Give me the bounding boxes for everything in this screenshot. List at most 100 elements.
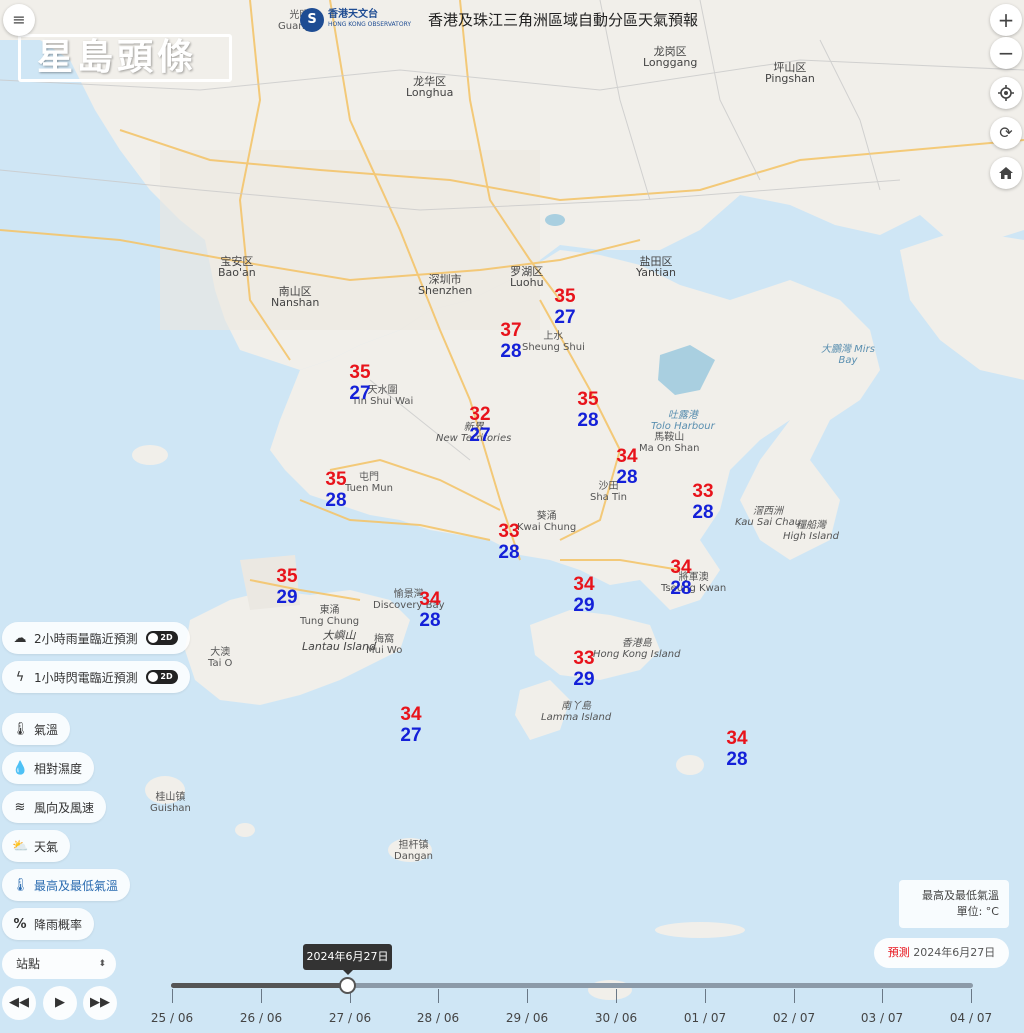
place-label: 桂山镇 Guishan	[150, 792, 191, 814]
place-label: 盐田区 Yantian	[636, 255, 676, 279]
temperature-marker[interactable]: 35 28	[316, 469, 356, 511]
temperature-marker[interactable]: 35 29	[267, 566, 307, 608]
temperature-marker[interactable]: 34 29	[564, 574, 604, 616]
place-label: 吐露港 Tolo Harbour	[651, 410, 715, 432]
timeline-progress	[171, 983, 347, 988]
timeline-date-label[interactable]: 29 / 06	[497, 1011, 557, 1025]
rain-probability-layer-button[interactable]: % 降雨概率	[2, 908, 95, 940]
timeline-tick	[616, 989, 617, 1003]
min-temp: 29	[276, 587, 298, 608]
rain-nowcast-button[interactable]: ☁ 2小時雨量臨近預測 2D	[2, 622, 190, 654]
thermometer-icon: 🌡	[12, 721, 29, 737]
max-min-temp-layer-button[interactable]: 🌡 最高及最低氣溫	[2, 869, 131, 901]
temperature-marker[interactable]: 35 27	[340, 362, 380, 404]
legend-title: 最高及最低氣溫	[922, 889, 999, 902]
temperature-marker[interactable]: 34 27	[391, 704, 431, 746]
min-temp: 27	[349, 383, 371, 404]
lightning-nowcast-button[interactable]: ϟ 1小時閃電臨近預測 2D	[2, 661, 190, 693]
timeline-tick	[705, 989, 706, 1003]
zoom-in-button[interactable]: +	[990, 4, 1022, 36]
hko-logo-en: HONG KONG OBSERVATORY	[328, 21, 412, 28]
min-temp: 29	[573, 669, 595, 690]
rewind-button[interactable]: ◀◀	[2, 986, 36, 1020]
locate-button[interactable]	[990, 77, 1022, 109]
min-temp: 28	[692, 502, 714, 523]
weather-layer-button[interactable]: ⛅ 天氣	[2, 830, 71, 862]
timeline-date-label[interactable]: 03 / 07	[852, 1011, 912, 1025]
min-temp: 27	[400, 725, 422, 746]
timeline-date-label[interactable]: 27 / 06	[320, 1011, 380, 1025]
refresh-button[interactable]: ⟳	[990, 117, 1022, 149]
place-label: 深圳市 Shenzhen	[418, 273, 473, 297]
max-temp: 35	[577, 389, 599, 410]
timeline-date-label[interactable]: 02 / 07	[764, 1011, 824, 1025]
rain-2d-toggle[interactable]: 2D	[145, 631, 178, 645]
basemap[interactable]	[0, 0, 1024, 1033]
fast-forward-button[interactable]: ▶▶	[83, 986, 117, 1020]
max-temp: 33	[498, 521, 520, 542]
rewind-icon: ◀◀	[9, 995, 29, 1010]
hko-logo-zh: 香港天文台	[328, 9, 378, 20]
timeline-tick	[172, 989, 173, 1003]
place-label: 龙华区 Longhua	[406, 75, 454, 99]
zoom-out-button[interactable]: −	[990, 37, 1022, 69]
temperature-marker[interactable]: 32 27	[460, 404, 500, 446]
max-min-thermometer-icon: 🌡	[12, 877, 29, 893]
min-temp: 28	[325, 490, 347, 511]
temperature-marker[interactable]: 35 27	[545, 286, 585, 328]
place-label: 大鵬灣 Mirs Bay	[821, 344, 875, 366]
temperature-marker[interactable]: 33 29	[564, 648, 604, 690]
home-button[interactable]	[990, 157, 1022, 189]
min-temp: 27	[469, 425, 491, 446]
min-temp: 28	[616, 467, 638, 488]
place-label: 南丫島 Lamma Island	[541, 701, 612, 723]
station-select[interactable]: 站點 ⬍	[2, 949, 116, 979]
menu-button[interactable]: ≡	[3, 4, 35, 36]
temperature-marker[interactable]: 34 28	[607, 446, 647, 488]
wind-layer-button[interactable]: ≋ 風向及風速	[2, 791, 107, 823]
place-label: 南山区 Nanshan	[271, 285, 320, 309]
temperature-marker[interactable]: 35 28	[568, 389, 608, 431]
place-label: 東涌 Tung Chung	[300, 605, 360, 627]
brand-watermark: 星島頭條	[18, 34, 232, 82]
temperature-layer-button[interactable]: 🌡 氣溫	[2, 713, 71, 745]
timeline-tick	[527, 989, 528, 1003]
play-button[interactable]: ▶	[43, 986, 77, 1020]
timeline-tick	[794, 989, 795, 1003]
max-temp: 34	[616, 446, 638, 467]
timeline-date-label[interactable]: 30 / 06	[586, 1011, 646, 1025]
select-arrow-icon: ⬍	[98, 959, 106, 969]
max-temp: 34	[573, 574, 595, 595]
timeline-date-label[interactable]: 28 / 06	[408, 1011, 468, 1025]
place-label: 大澳 Tai O	[208, 647, 233, 669]
fast-forward-icon: ▶▶	[90, 995, 110, 1010]
lightning-2d-toggle[interactable]: 2D	[145, 670, 178, 684]
temperature-marker[interactable]: 33 28	[489, 521, 529, 563]
refresh-icon: ⟳	[999, 123, 1013, 142]
min-temp: 28	[670, 578, 692, 599]
locate-icon	[998, 85, 1014, 101]
max-temp: 35	[325, 469, 347, 490]
temperature-marker[interactable]: 37 28	[491, 320, 531, 362]
temperature-marker[interactable]: 34 28	[717, 728, 757, 770]
timeline-date-label[interactable]: 25 / 06	[142, 1011, 202, 1025]
min-temp: 29	[573, 595, 595, 616]
max-temp: 33	[692, 481, 714, 502]
max-temp: 37	[500, 320, 522, 341]
timeline-date-label[interactable]: 01 / 07	[675, 1011, 735, 1025]
temperature-marker[interactable]: 34 28	[410, 589, 450, 631]
hko-logo: S 香港天文台 HONG KONG OBSERVATORY	[300, 8, 411, 32]
page-title: 香港及珠江三角洲區域自動分區天氣預報	[428, 11, 699, 29]
max-temp: 35	[349, 362, 371, 383]
temperature-marker[interactable]: 34 28	[661, 557, 701, 599]
max-temp: 35	[554, 286, 576, 307]
place-label: 坪山区 Pingshan	[765, 61, 815, 85]
timeline-date-label[interactable]: 04 / 07	[941, 1011, 1001, 1025]
droplet-icon: 💧	[12, 760, 29, 776]
place-label: 宝安区 Bao'an	[218, 255, 256, 279]
humidity-layer-button[interactable]: 💧 相對濕度	[2, 752, 95, 784]
timeline-tick	[261, 989, 262, 1003]
temperature-marker[interactable]: 33 28	[683, 481, 723, 523]
max-temp: 35	[276, 566, 298, 587]
timeline-date-label[interactable]: 26 / 06	[231, 1011, 291, 1025]
